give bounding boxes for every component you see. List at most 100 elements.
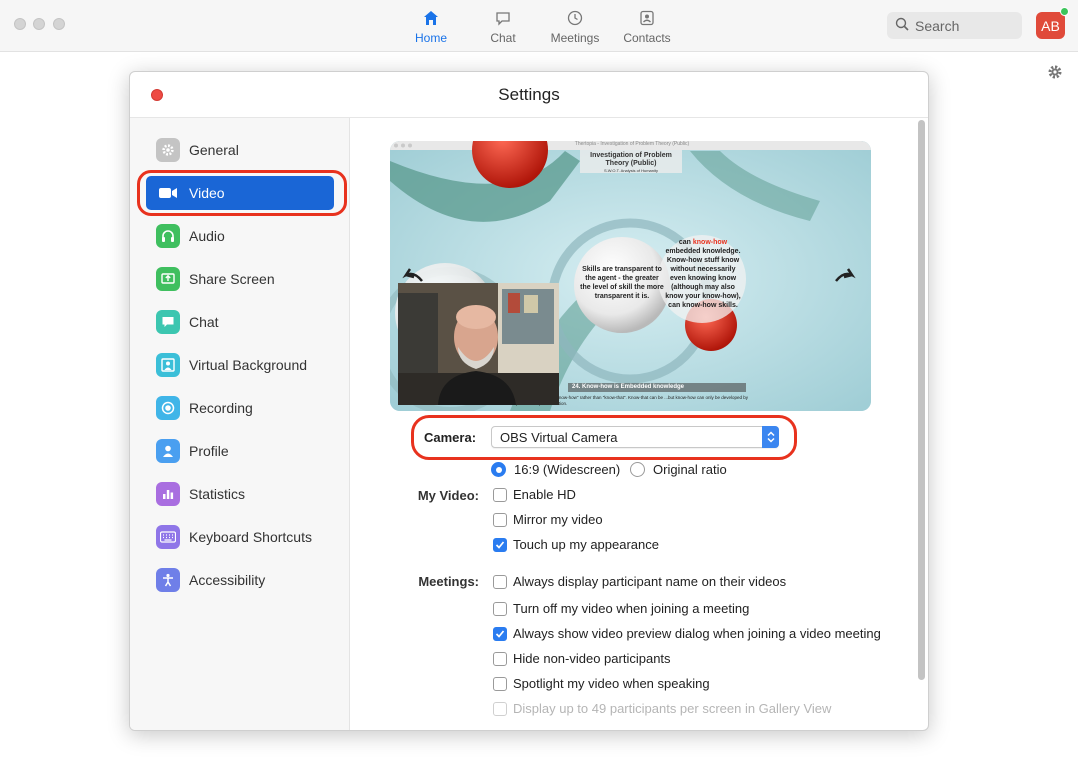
sidebar-item-label: Chat: [189, 314, 219, 330]
my-video-section-label: My Video:: [417, 488, 479, 503]
nav-label: Chat: [490, 31, 516, 45]
nav-meetings[interactable]: Meetings: [543, 8, 607, 45]
meetings-section-label: Meetings:: [418, 574, 479, 589]
nav-label: Meetings: [550, 31, 600, 45]
video-preview: Thertopia - Investigation of Problem The…: [390, 141, 871, 411]
enable-hd-label: Enable HD: [513, 487, 576, 502]
chat-icon: [493, 8, 513, 28]
turn-off-video-option[interactable]: Turn off my video when joining a meeting: [493, 601, 749, 616]
option-label: Display up to 49 participants per screen…: [513, 701, 832, 716]
checkbox-checked[interactable]: [493, 626, 507, 641]
checkbox[interactable]: [493, 601, 507, 616]
spotlight-video-option[interactable]: Spotlight my video when speaking: [493, 676, 710, 691]
settings-dialog: Settings General Video Audio Share Scree…: [129, 71, 929, 731]
checkmark-icon: [495, 540, 505, 549]
radio-button[interactable]: [630, 462, 645, 477]
scrollbar-thumb[interactable]: [918, 120, 925, 680]
nav-chat[interactable]: Chat: [471, 8, 535, 45]
sidebar-item-keyboard-shortcuts[interactable]: Keyboard Shortcuts: [146, 520, 334, 554]
touch-up-label: Touch up my appearance: [513, 537, 659, 552]
bubble-text-left: Skills are transparent to the agent - th…: [580, 266, 664, 300]
sidebar-item-label: Profile: [189, 443, 229, 459]
sidebar-item-label: Video: [189, 185, 225, 201]
search-icon: [895, 17, 909, 34]
mirror-video-label: Mirror my video: [513, 512, 603, 527]
window-zoom-button[interactable]: [53, 18, 65, 30]
option-label: Always show video preview dialog when jo…: [513, 626, 881, 641]
sidebar-item-label: Keyboard Shortcuts: [189, 529, 312, 545]
contact-card-icon: [637, 8, 657, 28]
chat-bubble-icon: [156, 310, 180, 334]
ratio-original-label: Original ratio: [653, 462, 727, 477]
sidebar-item-accessibility[interactable]: Accessibility: [146, 563, 334, 597]
checkmark-icon: [495, 629, 505, 638]
checkbox[interactable]: [493, 487, 507, 502]
share-screen-icon: [156, 267, 180, 291]
slide-caption-title: 24. Know-how is Embedded knowledge: [572, 384, 685, 390]
sidebar-item-label: General: [189, 142, 239, 158]
sidebar-item-profile[interactable]: Profile: [146, 434, 334, 468]
search-box[interactable]: [887, 12, 1022, 39]
nav-label: Home: [414, 31, 447, 45]
headphones-icon: [156, 224, 180, 248]
webcam-feed: [398, 283, 559, 405]
ratio-widescreen-label: 16:9 (Widescreen): [514, 462, 621, 477]
camera-select[interactable]: OBS Virtual Camera: [491, 426, 779, 448]
sidebar-item-audio[interactable]: Audio: [146, 219, 334, 253]
checkbox-disabled: [493, 701, 507, 716]
person-icon: [156, 439, 180, 463]
option-label: Spotlight my video when speaking: [513, 676, 710, 691]
video-preview-dialog-option[interactable]: Always show video preview dialog when jo…: [493, 626, 881, 641]
sidebar-item-recording[interactable]: Recording: [146, 391, 334, 425]
sidebar-item-share-screen[interactable]: Share Screen: [146, 262, 334, 296]
bar-chart-icon: [156, 482, 180, 506]
slide-subtitle: S.W.O.T. Analysis of Humanity: [603, 168, 659, 173]
hide-non-video-option[interactable]: Hide non-video participants: [493, 651, 671, 666]
keyboard-icon: [156, 525, 180, 549]
nav-label: Contacts: [623, 31, 671, 45]
sidebar-item-general[interactable]: General: [146, 133, 334, 167]
sidebar-item-label: Share Screen: [189, 271, 275, 287]
radio-button[interactable]: [491, 462, 506, 477]
sidebar-item-video[interactable]: Video: [146, 176, 334, 210]
checkbox-checked[interactable]: [493, 537, 507, 552]
display-participant-name-option[interactable]: Always display participant name on their…: [493, 574, 786, 589]
checkbox[interactable]: [493, 676, 507, 691]
sidebar-item-statistics[interactable]: Statistics: [146, 477, 334, 511]
window-close-button[interactable]: [14, 18, 26, 30]
checkbox[interactable]: [493, 512, 507, 527]
option-label: Hide non-video participants: [513, 651, 671, 666]
sidebar-item-virtual-background[interactable]: Virtual Background: [146, 348, 334, 382]
search-input[interactable]: [915, 17, 1015, 34]
sidebar-item-chat[interactable]: Chat: [146, 305, 334, 339]
sidebar-item-label: Accessibility: [189, 572, 266, 588]
checkbox[interactable]: [493, 651, 507, 666]
ratio-widescreen-option[interactable]: 16:9 (Widescreen): [491, 462, 620, 477]
record-icon: [156, 396, 180, 420]
dialog-title: Settings: [498, 85, 560, 104]
touch-up-option[interactable]: Touch up my appearance: [493, 537, 659, 552]
option-label: Turn off my video when joining a meeting: [513, 601, 750, 616]
sidebar-item-label: Recording: [189, 400, 253, 416]
nav-contacts[interactable]: Contacts: [615, 8, 679, 45]
bubble-text-right: can know-how embedded knowledge. Know-ho…: [665, 239, 741, 309]
ratio-original-option[interactable]: Original ratio: [630, 462, 727, 477]
app-toolbar: Home Chat Meetings Contacts AB: [0, 0, 1078, 52]
gear-icon[interactable]: [1047, 64, 1063, 80]
sidebar-item-label: Statistics: [189, 486, 246, 502]
person-frame-icon: [156, 353, 180, 377]
camera-select-value: OBS Virtual Camera: [500, 429, 618, 445]
mirror-video-option[interactable]: Mirror my video: [493, 512, 603, 527]
checkbox[interactable]: [493, 574, 507, 589]
gear-icon: [156, 138, 180, 162]
clock-icon: [565, 8, 585, 28]
avatar[interactable]: AB: [1036, 12, 1065, 39]
preview-window-title: Thertopia - Investigation of Problem The…: [574, 141, 690, 147]
window-minimize-button[interactable]: [33, 18, 45, 30]
accessibility-icon: [156, 568, 180, 592]
enable-hd-option[interactable]: Enable HD: [493, 487, 576, 502]
settings-sidebar: General Video Audio Share Screen Chat Vi…: [130, 118, 350, 730]
option-label: Always display participant name on their…: [513, 574, 787, 589]
nav-home[interactable]: Home: [399, 8, 463, 45]
video-camera-icon: [156, 181, 180, 205]
